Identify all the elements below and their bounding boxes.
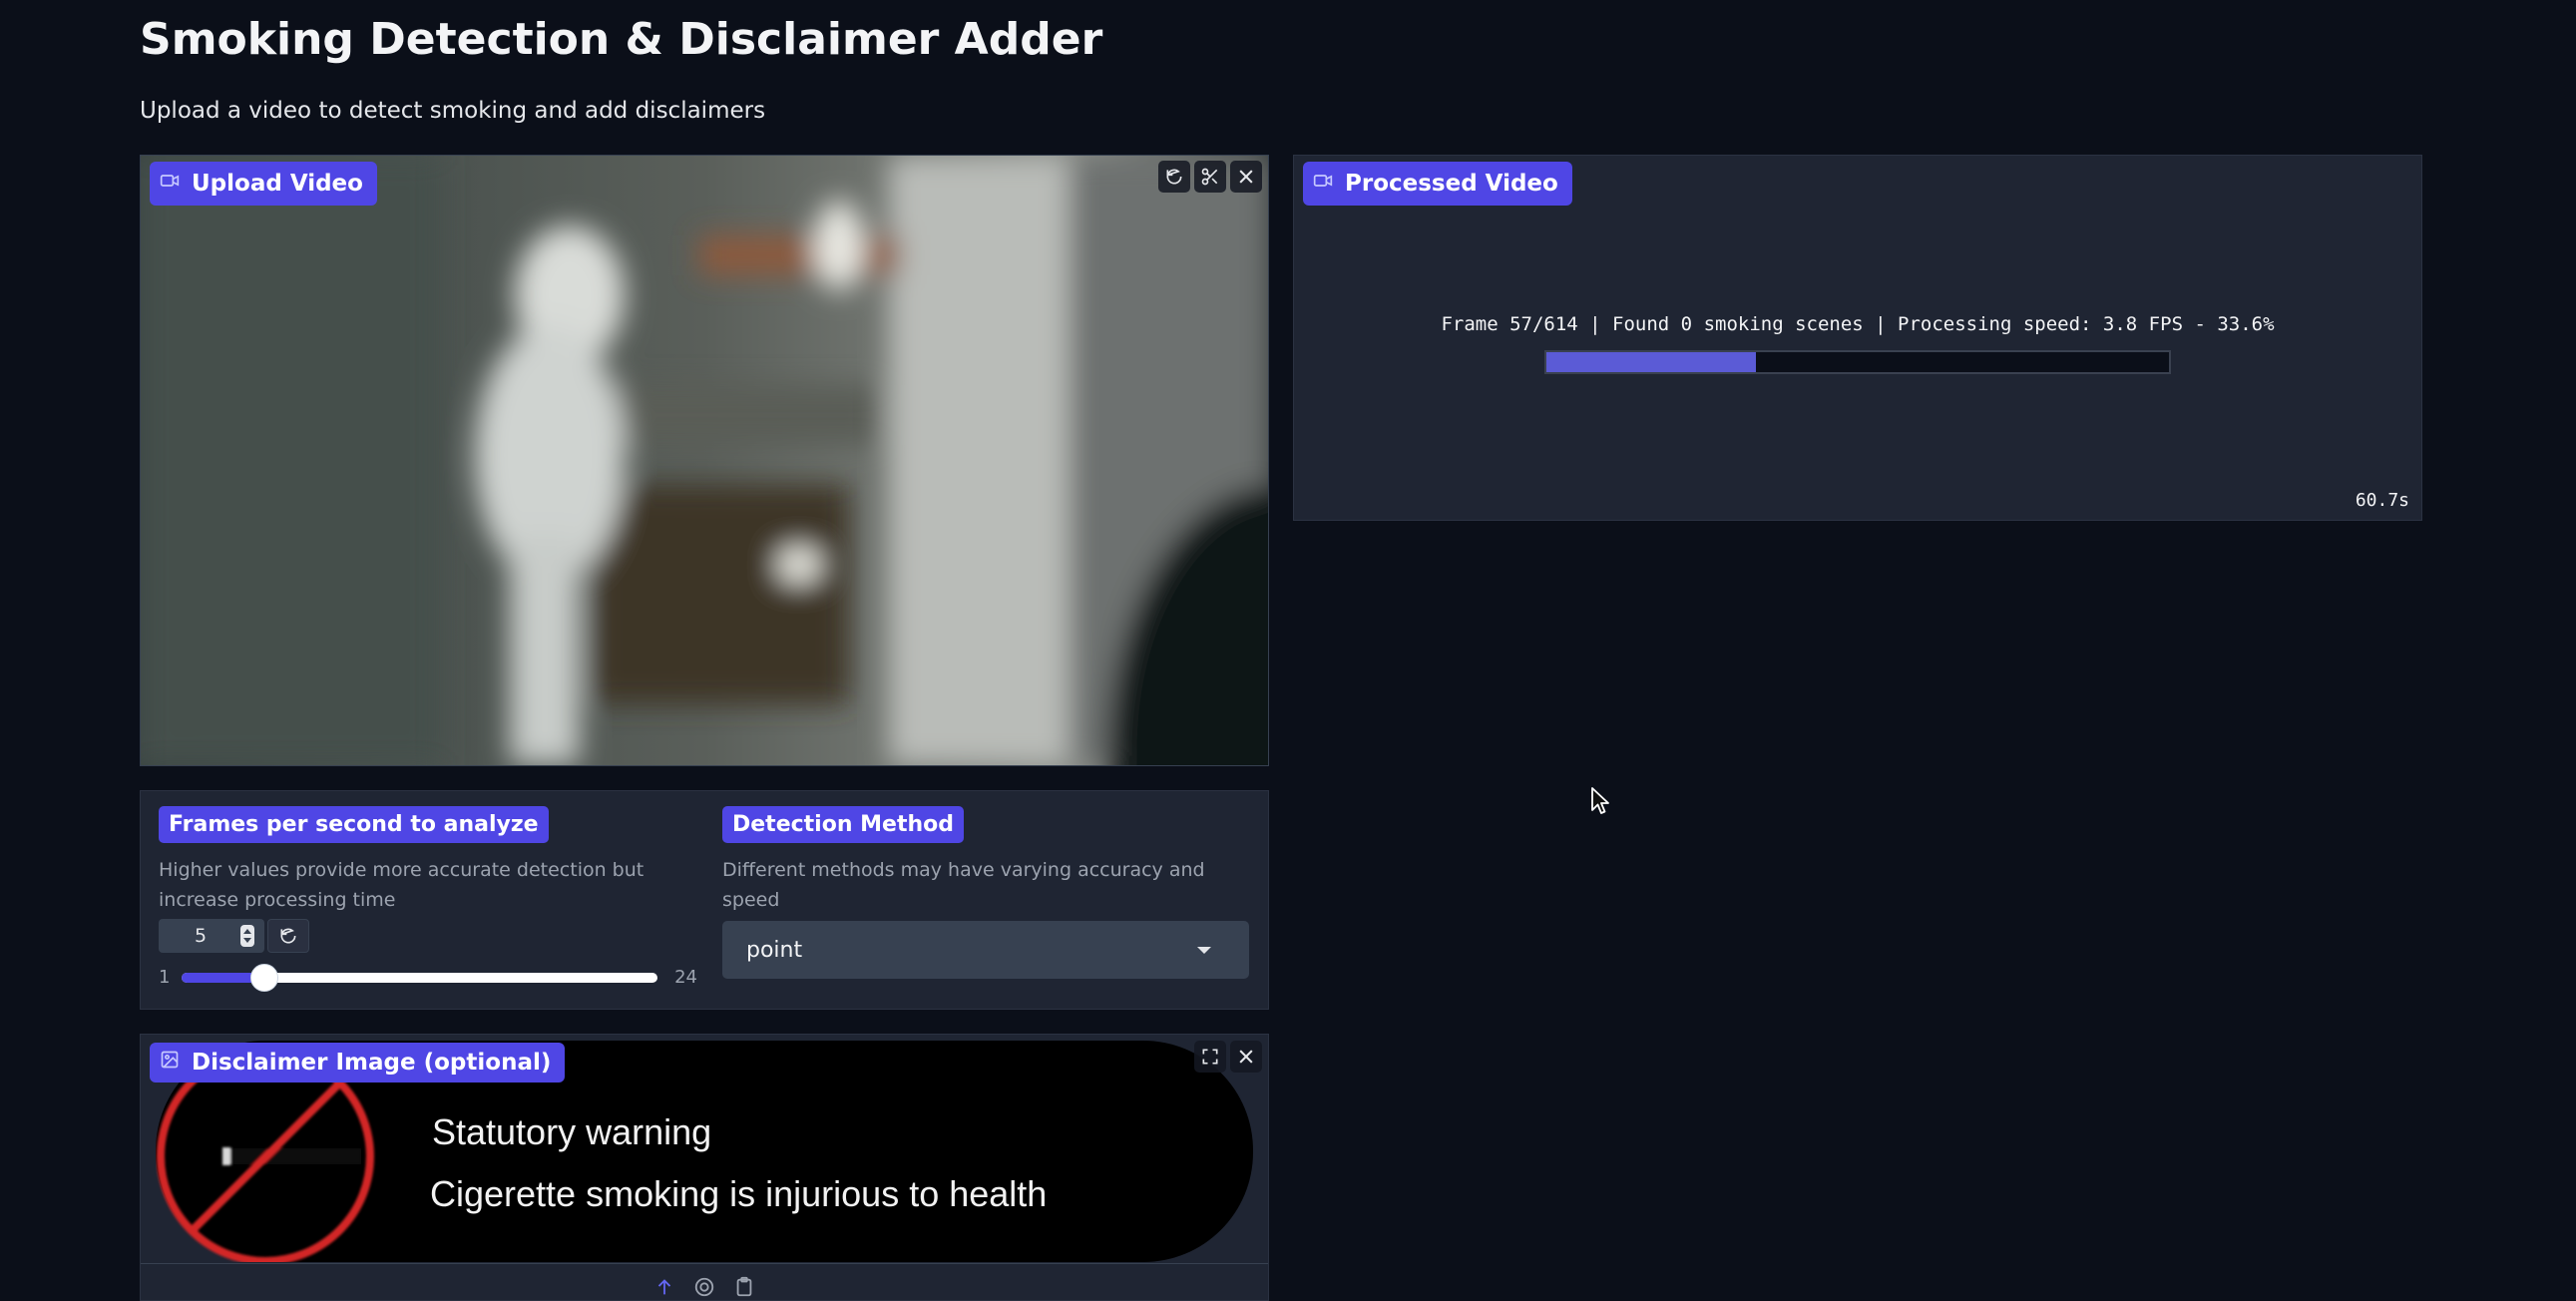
- video-camera-icon: [1313, 171, 1333, 197]
- webcam-icon[interactable]: [693, 1276, 715, 1298]
- progress-status-text: Frame 57/614 | Found 0 smoking scenes | …: [1441, 313, 2275, 335]
- elapsed-time: 60.7s: [2355, 490, 2409, 511]
- fps-number-input[interactable]: 5: [159, 919, 264, 953]
- fps-setting-info: Higher values provide more accurate dete…: [159, 859, 644, 911]
- settings-panel: Frames per second to analyze Higher valu…: [140, 790, 1269, 1010]
- image-icon: [160, 1050, 180, 1076]
- undo-icon[interactable]: [1158, 161, 1190, 193]
- disclaimer-image-panel[interactable]: Statutory warning Cigerette smoking is i…: [140, 1034, 1269, 1301]
- spinner-icon[interactable]: [240, 925, 254, 947]
- slider-max: 24: [674, 967, 697, 988]
- reset-icon: [278, 926, 298, 946]
- clipboard-icon[interactable]: [733, 1276, 755, 1298]
- disclaimer-line-1: Statutory warning: [432, 1111, 711, 1152]
- fps-slider-thumb[interactable]: [249, 964, 278, 992]
- fps-slider-row: 1 24: [159, 963, 697, 993]
- upload-video-label: Upload Video: [150, 162, 377, 206]
- progress-bar: [1544, 350, 2171, 374]
- progress-bar-fill: [1546, 352, 1756, 372]
- upload-icon[interactable]: [653, 1276, 675, 1298]
- scissors-icon[interactable]: [1194, 161, 1226, 193]
- close-icon[interactable]: [1230, 161, 1262, 193]
- fps-setting-label: Frames per second to analyze: [159, 806, 549, 843]
- disclaimer-image-label-text: Disclaimer Image (optional): [192, 1050, 552, 1076]
- image-source-toolbar: [141, 1263, 1268, 1300]
- close-icon[interactable]: [1230, 1041, 1262, 1073]
- disclaimer-image-label: Disclaimer Image (optional): [150, 1043, 566, 1083]
- page-subtitle: Upload a video to detect smoking and add…: [140, 98, 766, 124]
- fps-value: 5: [195, 925, 208, 947]
- video-camera-icon: [160, 171, 180, 197]
- slider-min: 1: [159, 967, 171, 988]
- upload-video-panel[interactable]: Upload Video: [140, 155, 1269, 766]
- disclaimer-line-2: Cigerette smoking is injurious to health: [430, 1173, 1047, 1214]
- fps-slider[interactable]: [182, 964, 657, 992]
- fullscreen-icon[interactable]: [1194, 1041, 1226, 1073]
- processed-video-label-text: Processed Video: [1345, 171, 1558, 197]
- page-title: Smoking Detection & Disclaimer Adder: [140, 14, 1103, 65]
- detection-method-info: Different methods may have varying accur…: [722, 859, 1205, 911]
- detection-method-label: Detection Method: [722, 806, 965, 843]
- upload-video-label-text: Upload Video: [192, 171, 363, 197]
- processed-video-label: Processed Video: [1303, 162, 1572, 206]
- detection-method-value: point: [746, 937, 803, 963]
- processed-video-panel: Processed Video Frame 57/614 | Found 0 s…: [1293, 155, 2422, 521]
- detection-method-dropdown[interactable]: point: [722, 921, 1249, 979]
- mouse-cursor-icon: [1591, 787, 1609, 814]
- reset-button[interactable]: [267, 919, 309, 953]
- video-preview[interactable]: [141, 156, 1268, 765]
- dropdown-caret-icon: [1197, 947, 1211, 954]
